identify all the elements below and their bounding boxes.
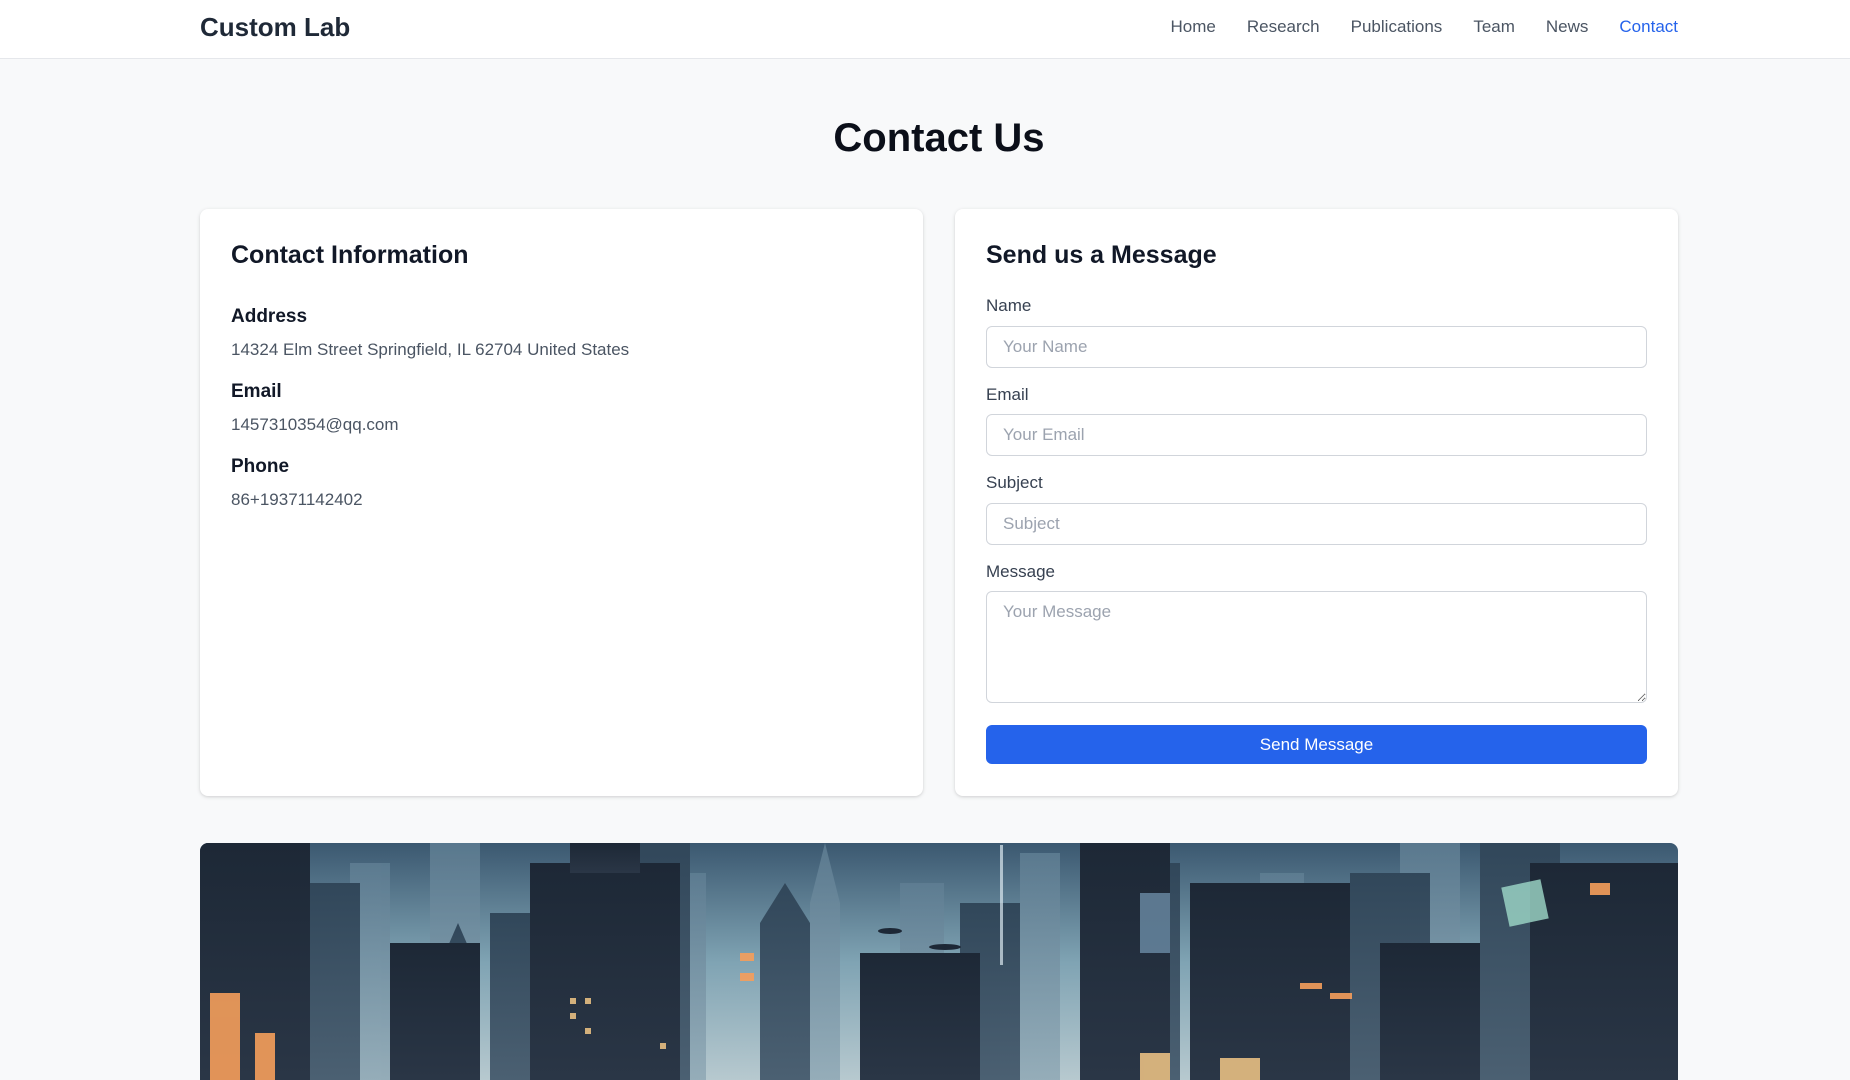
contact-info-heading: Contact Information bbox=[231, 241, 469, 269]
message-form-card: Send us a Message Name Email Subject Mes… bbox=[955, 209, 1678, 796]
name-input[interactable] bbox=[986, 326, 1647, 368]
city-banner-image bbox=[200, 843, 1678, 1080]
contact-info-card: Contact Information Address 14324 Elm St… bbox=[200, 209, 923, 796]
nav-team[interactable]: Team bbox=[1473, 17, 1515, 37]
page-title: Contact Us bbox=[833, 116, 1045, 160]
site-header: Custom Lab Home Research Publications Te… bbox=[0, 0, 1850, 59]
message-label: Message bbox=[986, 562, 1055, 581]
message-form-heading: Send us a Message bbox=[986, 241, 1217, 269]
email-value: 1457310354@qq.com bbox=[231, 415, 399, 434]
nav-publications[interactable]: Publications bbox=[1351, 17, 1443, 37]
subject-input[interactable] bbox=[986, 503, 1647, 545]
brand-logo[interactable]: Custom Lab bbox=[200, 12, 350, 43]
main-nav: Home Research Publications Team News Con… bbox=[1171, 17, 1678, 37]
email-label: Email bbox=[231, 381, 282, 402]
name-label: Name bbox=[986, 296, 1032, 315]
phone-value: 86+19371142402 bbox=[231, 490, 363, 509]
address-label: Address bbox=[231, 306, 308, 327]
address-value: 14324 Elm Street Springfield, IL 62704 U… bbox=[231, 340, 630, 359]
nav-research[interactable]: Research bbox=[1247, 17, 1320, 37]
subject-label: Subject bbox=[986, 473, 1043, 492]
city-skyline-illustration bbox=[200, 843, 1678, 1080]
send-message-button[interactable]: Send Message bbox=[986, 725, 1647, 764]
email-field-label: Email bbox=[986, 385, 1029, 404]
nav-contact[interactable]: Contact bbox=[1619, 17, 1678, 37]
phone-label: Phone bbox=[231, 456, 290, 477]
nav-home[interactable]: Home bbox=[1171, 17, 1216, 37]
nav-news[interactable]: News bbox=[1546, 17, 1589, 37]
message-textarea[interactable] bbox=[986, 591, 1647, 703]
email-input[interactable] bbox=[986, 414, 1647, 456]
